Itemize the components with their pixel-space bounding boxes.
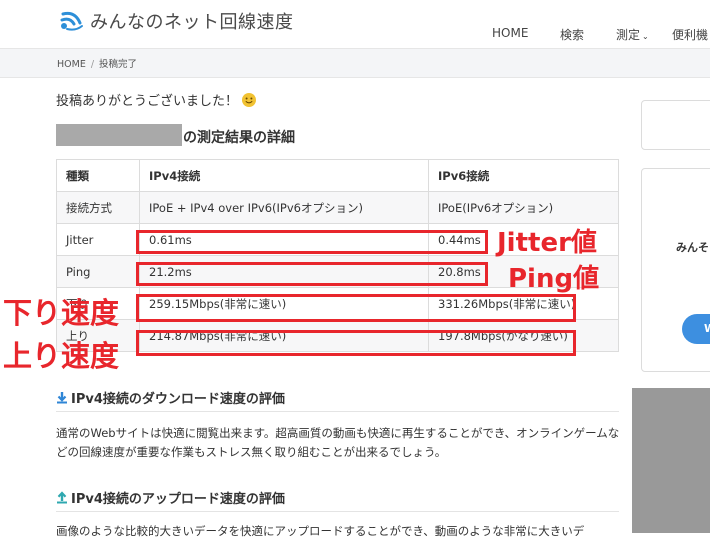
sidebar-card: みんそ W (641, 168, 710, 372)
table-header-cell: IPv6接続 (428, 159, 619, 192)
table-header-row: 種類 IPv4接続 IPv6接続 (56, 159, 619, 192)
section-title-upload: IPv4接続のアップロード速度の評価 (56, 488, 285, 507)
section-body: 通常のWebサイトは快適に閲覧出来ます。超高画質の動画も快適に再生することができ… (56, 426, 620, 459)
sidebar-card-button[interactable]: W (682, 314, 710, 344)
table-cell: IPoE + IPv4 over IPv6(IPv6オプション) (139, 191, 429, 224)
table-row: 接続方式 IPoE + IPv4 over IPv6(IPv6オプション) IP… (56, 191, 619, 224)
download-highlight-box (136, 294, 576, 322)
site-header: みんなのネット回線速度 HOME 検索 測定 ⌄ 便利機 (0, 0, 710, 48)
section-title-download: IPv4接続のダウンロード速度の評価 (56, 388, 285, 407)
thanks-message: 投稿ありがとうございました！ (56, 90, 257, 109)
redacted-location (56, 124, 182, 146)
section-divider (56, 511, 619, 512)
download-annotation: 下り速度 (3, 296, 120, 330)
section-title-text: IPv4接続のダウンロード速度の評価 (71, 392, 285, 407)
upload-highlight-box (136, 330, 576, 356)
nav-search[interactable]: 検索 (560, 26, 584, 43)
breadcrumb-current: 投稿完了 (99, 59, 138, 70)
jitter-annotation: Jitter値 (497, 228, 597, 258)
table-cell: IPoE(IPv6オプション) (428, 191, 619, 224)
breadcrumb-home[interactable]: HOME (57, 59, 86, 70)
nav-measure-label: 測定 (616, 28, 641, 42)
section-divider (56, 411, 619, 412)
breadcrumb-bar: HOME / 投稿完了 (0, 48, 710, 78)
chevron-down-icon: ⌄ (642, 32, 649, 41)
site-logo[interactable]: みんなのネット回線速度 (58, 8, 294, 34)
breadcrumb-separator: / (90, 59, 95, 70)
breadcrumb: HOME / 投稿完了 (57, 56, 137, 70)
site-title: みんなのネット回線速度 (90, 12, 294, 33)
table-header-cell: IPv4接続 (139, 159, 429, 192)
jitter-highlight-box (136, 230, 488, 254)
download-icon (57, 392, 67, 404)
sidebar-search-box[interactable] (641, 100, 710, 150)
table-cell: Ping (56, 255, 140, 288)
table-cell: Jitter (56, 223, 140, 256)
smile-emoji-icon (242, 93, 257, 107)
nav-tools[interactable]: 便利機 (672, 26, 708, 43)
nav-measure[interactable]: 測定 ⌄ (616, 26, 649, 43)
wifi-logo-icon (60, 11, 83, 31)
result-heading: の測定結果の詳細 (183, 130, 295, 146)
table-header-cell: 種類 (56, 159, 140, 192)
section-title-text: IPv4接続のアップロード速度の評価 (71, 492, 285, 507)
table-cell: 接続方式 (56, 191, 140, 224)
sidebar-ad-placeholder (632, 388, 710, 533)
upload-icon (57, 491, 67, 504)
ping-annotation: Ping値 (508, 264, 600, 294)
section-body: 画像のような比較的大きいデータを快適にアップロードすることができ、動画のような非… (56, 524, 585, 538)
sidebar-card-title: みんそ (676, 241, 709, 254)
nav-home[interactable]: HOME (492, 26, 528, 40)
upload-annotation: 上り速度 (3, 339, 120, 373)
thanks-text: 投稿ありがとうございました！ (56, 94, 239, 109)
ping-highlight-box (136, 262, 488, 286)
